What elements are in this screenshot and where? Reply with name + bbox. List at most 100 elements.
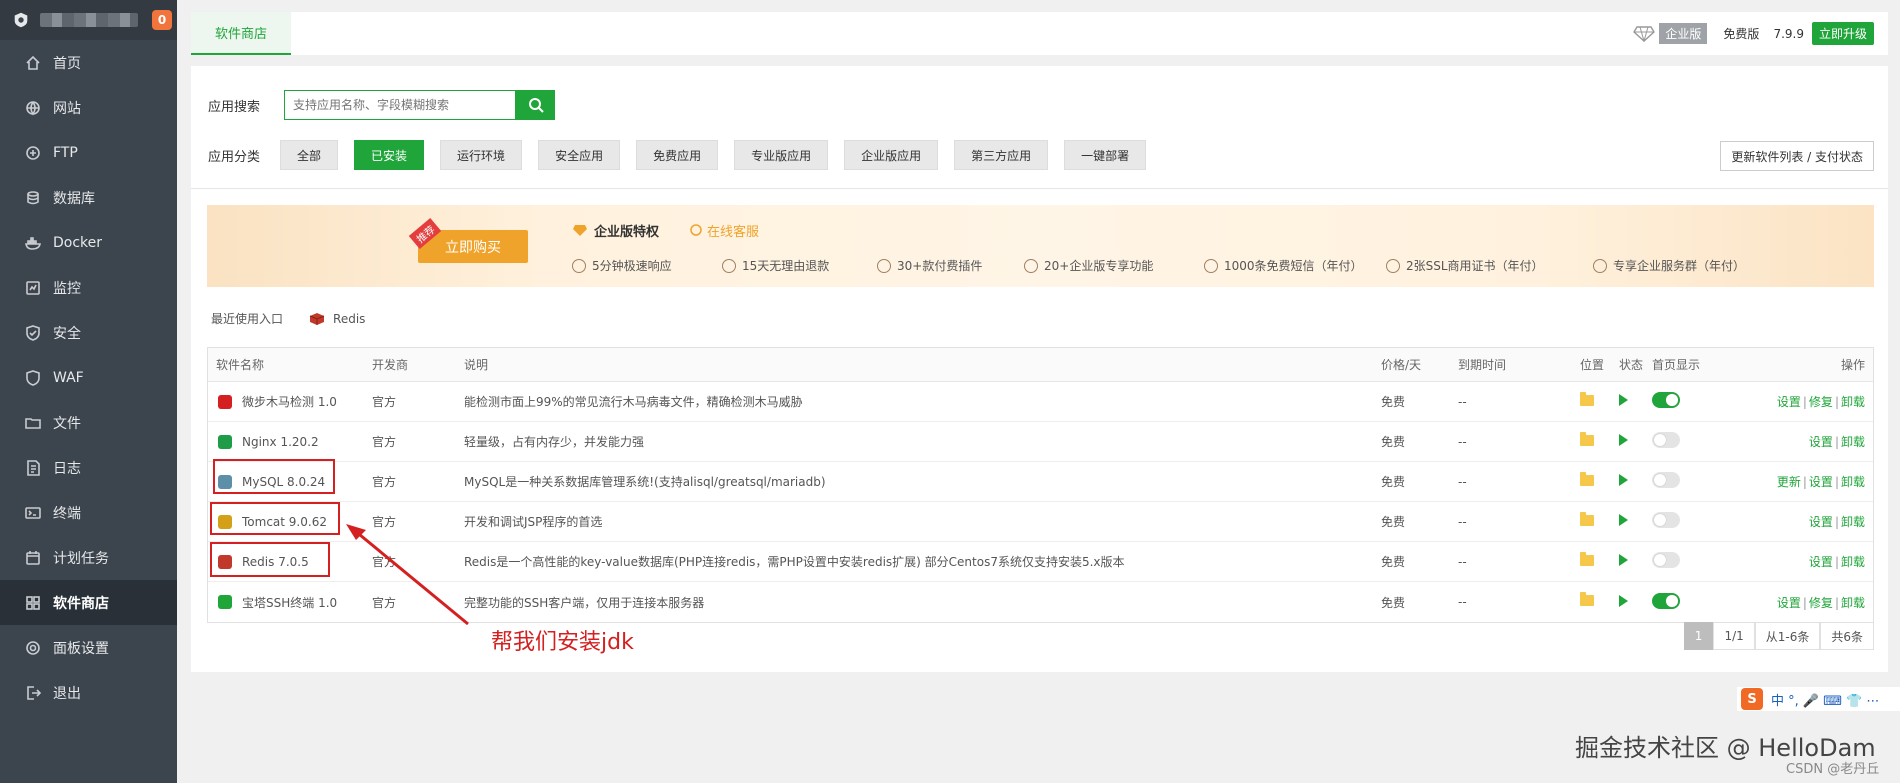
category-tab[interactable]: 免费应用 bbox=[636, 140, 719, 170]
homepage-toggle[interactable] bbox=[1652, 472, 1680, 488]
homepage-toggle-cell[interactable] bbox=[1652, 592, 1722, 612]
sidebar-item-14[interactable]: 退出 bbox=[0, 670, 177, 715]
homepage-toggle-cell[interactable] bbox=[1652, 512, 1722, 531]
sidebar-item-13[interactable]: 面板设置 bbox=[0, 625, 177, 670]
location-cell[interactable] bbox=[1580, 391, 1619, 409]
expire-time: -- bbox=[1458, 514, 1467, 529]
op-link[interactable]: 卸载 bbox=[1841, 555, 1865, 569]
location-cell[interactable] bbox=[1580, 511, 1619, 529]
sidebar-item-12[interactable]: 软件商店 bbox=[0, 580, 177, 625]
category-tab[interactable]: 运行环境 bbox=[440, 140, 523, 170]
sidebar-item-6[interactable]: 安全 bbox=[0, 310, 177, 355]
homepage-toggle[interactable] bbox=[1652, 552, 1680, 568]
price: 免费 bbox=[1381, 395, 1406, 409]
homepage-toggle[interactable] bbox=[1652, 592, 1680, 609]
recent-item-redis[interactable]: Redis bbox=[309, 312, 365, 326]
op-link[interactable]: 更新 bbox=[1777, 475, 1801, 489]
redis-icon bbox=[309, 312, 325, 325]
page-current[interactable]: 1 bbox=[1683, 622, 1714, 650]
op-link[interactable]: 卸载 bbox=[1841, 435, 1865, 449]
description: MySQL是一种关系数据库管理系统!(支持alisql/greatsql/mar… bbox=[464, 475, 826, 489]
developer: 官方 bbox=[372, 395, 397, 409]
recent-row: 最近使用入口 Redis bbox=[211, 310, 365, 327]
expire-time: -- bbox=[1458, 434, 1467, 449]
homepage-toggle[interactable] bbox=[1652, 432, 1680, 448]
op-link[interactable]: 修复 bbox=[1809, 395, 1833, 409]
refresh-list-button[interactable]: 更新软件列表 / 支付状态 bbox=[1720, 141, 1874, 171]
software-name-cell[interactable]: Nginx 1.20.2 bbox=[208, 433, 372, 451]
search-row: 应用搜索 bbox=[208, 90, 556, 120]
csdn-watermark: CSDN @老丹丘 bbox=[1786, 762, 1880, 777]
status-cell[interactable] bbox=[1619, 474, 1652, 489]
page-count: 1/1 bbox=[1713, 622, 1755, 650]
status-cell[interactable] bbox=[1619, 554, 1652, 569]
upgrade-button[interactable]: 立即升级 bbox=[1811, 22, 1874, 45]
highlight-tomcat bbox=[210, 502, 340, 535]
category-tab[interactable]: 一键部署 bbox=[1064, 140, 1147, 170]
sidebar-item-0[interactable]: 首页 bbox=[0, 40, 177, 85]
location-cell[interactable] bbox=[1580, 431, 1619, 449]
homepage-toggle[interactable] bbox=[1652, 392, 1680, 408]
notification-badge[interactable]: 0 bbox=[152, 10, 172, 30]
homepage-toggle-cell[interactable] bbox=[1652, 392, 1722, 411]
status-cell[interactable] bbox=[1619, 394, 1652, 409]
sidebar-item-3[interactable]: 数据库 bbox=[0, 175, 177, 220]
category-tab[interactable]: 全部 bbox=[280, 140, 339, 170]
sidebar-item-11[interactable]: 计划任务 bbox=[0, 535, 177, 580]
category-tab[interactable]: 安全应用 bbox=[538, 140, 621, 170]
op-link[interactable]: 卸载 bbox=[1841, 515, 1865, 529]
folder-icon bbox=[1580, 551, 1594, 566]
search-button[interactable] bbox=[516, 90, 556, 120]
software-name-cell[interactable]: 微步木马检测 1.0 bbox=[208, 393, 372, 411]
op-link[interactable]: 设置 bbox=[1777, 596, 1801, 610]
op-link[interactable]: 设置 bbox=[1777, 395, 1801, 409]
op-link[interactable]: 设置 bbox=[1809, 555, 1833, 569]
sidebar-item-8[interactable]: 文件 bbox=[0, 400, 177, 445]
op-link[interactable]: 卸载 bbox=[1841, 596, 1865, 610]
op-link[interactable]: 设置 bbox=[1809, 475, 1833, 489]
version-label: 7.9.9 bbox=[1773, 26, 1804, 41]
enterprise-badge[interactable]: 企业版 bbox=[1633, 23, 1708, 44]
category-tab[interactable]: 已安装 bbox=[354, 140, 425, 170]
location-cell[interactable] bbox=[1580, 592, 1619, 609]
op-link[interactable]: 设置 bbox=[1809, 435, 1833, 449]
homepage-toggle-cell[interactable] bbox=[1652, 432, 1722, 451]
bt-logo-icon[interactable] bbox=[12, 11, 30, 29]
category-tab[interactable]: 专业版应用 bbox=[734, 140, 829, 170]
column-header: 位置 bbox=[1580, 358, 1605, 372]
search-input[interactable] bbox=[284, 90, 517, 120]
folder-icon bbox=[1580, 511, 1594, 526]
status-cell[interactable] bbox=[1619, 514, 1652, 529]
sidebar-item-10[interactable]: 终端 bbox=[0, 490, 177, 535]
operations: 更新 | 设置 | 卸载 bbox=[1776, 475, 1865, 489]
sidebar-item-4[interactable]: Docker bbox=[0, 220, 177, 265]
sidebar-item-7[interactable]: WAF bbox=[0, 355, 177, 400]
op-link[interactable]: 卸载 bbox=[1841, 395, 1865, 409]
play-icon bbox=[1619, 514, 1628, 526]
status-cell[interactable] bbox=[1619, 434, 1652, 449]
status-cell[interactable] bbox=[1619, 594, 1652, 610]
sidebar-item-2[interactable]: FTP bbox=[0, 130, 177, 175]
tab-software-store[interactable]: 软件商店 bbox=[191, 12, 291, 55]
sidebar-item-9[interactable]: 日志 bbox=[0, 445, 177, 490]
feature-label: 15天无理由退款 bbox=[742, 259, 830, 273]
homepage-toggle-cell[interactable] bbox=[1652, 552, 1722, 571]
homepage-toggle-cell[interactable] bbox=[1652, 472, 1722, 491]
table-row: 微步木马检测 1.0 官方 能检测市面上99%的常见流行木马病毒文件，精确检测木… bbox=[208, 382, 1873, 422]
location-cell[interactable] bbox=[1580, 551, 1619, 569]
homepage-toggle[interactable] bbox=[1652, 512, 1680, 528]
op-link[interactable]: 设置 bbox=[1809, 515, 1833, 529]
sidebar: 0 首页 网站 FTP 数据库 Docker 监控 安全 WAF 文件 日志 终端 计划任务 软件商店面… bbox=[0, 0, 177, 783]
feature-label: 1000条免费短信（年付） bbox=[1224, 259, 1363, 273]
sidebar-item-5[interactable]: 监控 bbox=[0, 265, 177, 310]
ime-toolbar[interactable]: S 中 °, 🎤 ⌨ 👕 ⋯ bbox=[1737, 687, 1900, 711]
category-tab[interactable]: 第三方应用 bbox=[954, 140, 1049, 170]
op-link[interactable]: 修复 bbox=[1809, 596, 1833, 610]
location-cell[interactable] bbox=[1580, 471, 1619, 489]
op-link[interactable]: 卸载 bbox=[1841, 475, 1865, 489]
category-tab[interactable]: 企业版应用 bbox=[844, 140, 939, 170]
sidebar-item-1[interactable]: 网站 bbox=[0, 85, 177, 130]
price: 免费 bbox=[1381, 595, 1406, 610]
feature-label: 2张SSL商用证书（年付） bbox=[1406, 259, 1544, 273]
online-service-link[interactable]: 在线客服 bbox=[689, 221, 759, 240]
